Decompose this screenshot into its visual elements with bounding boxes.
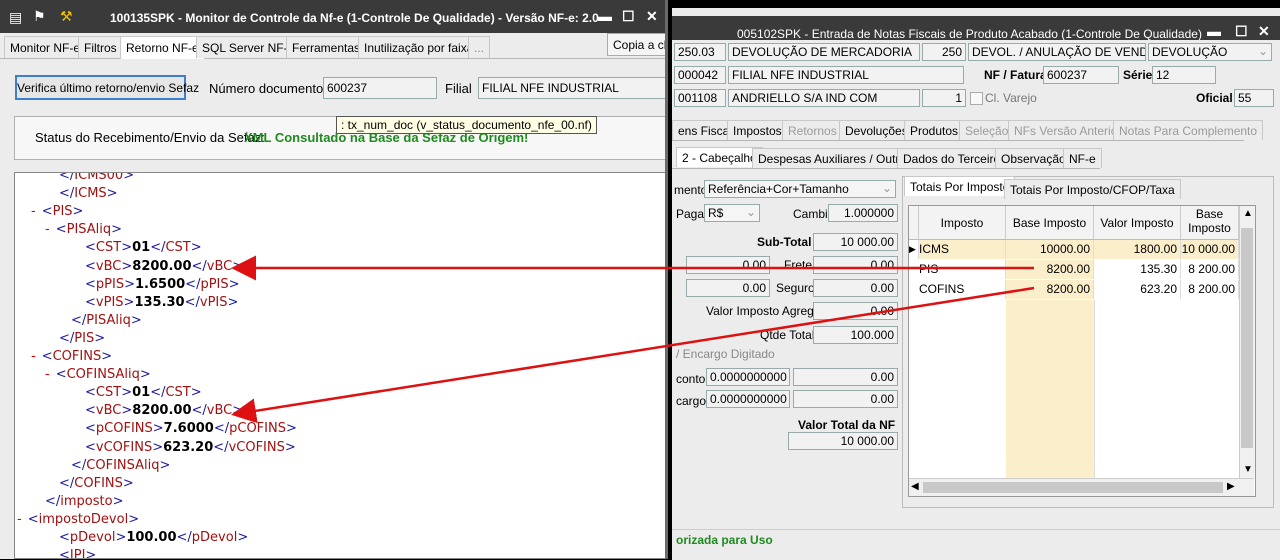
arrow-cofins-vbc [231, 286, 1035, 424]
annotation-arrows [231, 255, 1035, 424]
